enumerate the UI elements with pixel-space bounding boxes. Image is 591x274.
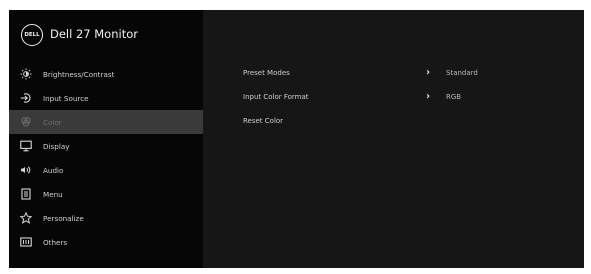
submenu-row-preset-modes[interactable]: Preset Modes › Standard (203, 62, 584, 84)
audio-icon (12, 164, 40, 176)
submenu-label: Input Color Format (243, 93, 309, 101)
menu-item-brightness-contrast[interactable]: Brightness/Contrast (9, 62, 203, 86)
menu-icon (12, 188, 40, 200)
menu-item-label: Audio (43, 165, 64, 175)
menu-item-audio[interactable]: Audio (9, 158, 203, 182)
chevron-right-icon: › (426, 91, 431, 102)
submenu-label: Reset Color (243, 117, 284, 125)
submenu-row-input-color-format[interactable]: Input Color Format › RGB (203, 86, 584, 108)
brightness-icon (12, 68, 40, 80)
menu-item-display[interactable]: Display (9, 134, 203, 158)
submenu-panel: Preset Modes › Standard Input Color Form… (203, 10, 584, 268)
menu-item-label: Brightness/Contrast (43, 69, 115, 79)
input-source-icon (12, 92, 40, 104)
menu-item-label: Input Source (43, 93, 89, 103)
menu-item-menu[interactable]: Menu (9, 182, 203, 206)
menu-item-color[interactable]: Color (9, 110, 203, 134)
submenu-row-reset-color[interactable]: Reset Color (203, 110, 584, 132)
star-icon (12, 212, 40, 224)
chevron-right-icon: › (426, 67, 431, 78)
main-menu: Brightness/Contrast Input Source Color D… (9, 62, 203, 254)
submenu-label: Preset Modes (243, 69, 290, 77)
sidebar: DELL Dell 27 Monitor Brightness/Contrast… (9, 10, 203, 268)
menu-item-personalize[interactable]: Personalize (9, 206, 203, 230)
menu-item-label: Others (43, 237, 68, 247)
menu-item-label: Menu (43, 189, 63, 199)
menu-item-label: Color (43, 117, 62, 127)
color-icon (12, 116, 40, 128)
submenu-value: Standard (446, 69, 478, 77)
submenu-value: RGB (446, 93, 462, 101)
dell-logo: DELL (21, 24, 43, 46)
monitor-title: Dell 27 Monitor (50, 27, 138, 41)
osd-header: DELL Dell 27 Monitor (9, 10, 203, 58)
menu-item-others[interactable]: Others (9, 230, 203, 254)
display-icon (12, 140, 40, 152)
menu-item-label: Display (43, 141, 70, 151)
others-icon (12, 236, 40, 248)
menu-item-input-source[interactable]: Input Source (9, 86, 203, 110)
monitor-osd: DELL Dell 27 Monitor Brightness/Contrast… (9, 10, 584, 268)
menu-item-label: Personalize (43, 213, 84, 223)
